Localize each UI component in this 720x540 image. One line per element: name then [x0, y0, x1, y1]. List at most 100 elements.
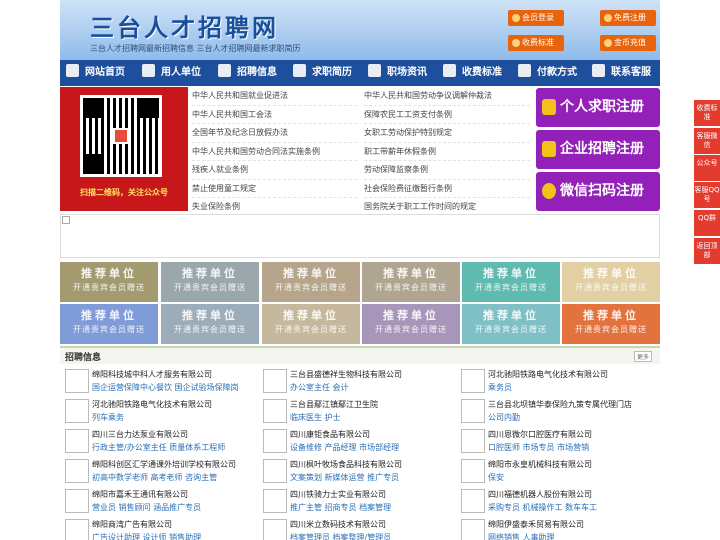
company-name[interactable]: 四川康钜食品有限公司 — [290, 429, 370, 440]
law-link[interactable]: 残疾人就业条例 — [192, 161, 357, 180]
company-logo[interactable] — [461, 399, 485, 423]
company-name[interactable]: 四川米立数码技术有限公司 — [290, 519, 386, 530]
recommend-tile[interactable]: 推荐单位 开通贵宾会员赠送 — [462, 304, 560, 344]
law-link[interactable]: 中华人民共和国劳动争议调解仲裁法 — [364, 87, 530, 106]
company-logo[interactable] — [65, 429, 89, 453]
job-positions[interactable]: 文案策划 新媒体运营 推广专员 — [290, 472, 399, 483]
company-name[interactable]: 四川铁骑力士实业有限公司 — [290, 489, 386, 500]
personal-register-button[interactable]: 个人求职注册 — [536, 88, 660, 127]
more-button[interactable]: 更多 — [633, 351, 652, 362]
side-qq-group[interactable]: QQ群 — [694, 210, 720, 236]
company-logo[interactable] — [263, 489, 287, 513]
law-link[interactable]: 中华人民共和国工会法 — [192, 106, 357, 124]
site-subtitle[interactable]: 三台人才招聘网最新招聘信息 三台人才招聘网最新求职简历 — [90, 43, 301, 54]
login-button[interactable]: 会员登录 — [508, 10, 564, 26]
company-name[interactable]: 三台县鄢江镇鄢江卫生院 — [290, 399, 378, 410]
job-positions[interactable]: 初高中数学老师 高考老师 咨询主管 — [92, 472, 217, 483]
company-name[interactable]: 绵阳市嘉禾王通讯有限公司 — [92, 489, 188, 500]
job-positions[interactable]: 保安 — [488, 472, 504, 483]
job-positions[interactable]: 采购专员 机械操作工 数车车工 — [488, 502, 597, 513]
company-logo[interactable] — [65, 399, 89, 423]
company-name[interactable]: 绵阳科技城中科人才服务有限公司 — [92, 369, 212, 380]
company-logo[interactable] — [461, 459, 485, 483]
company-name[interactable]: 河北驰阳铁路电气化技术有限公司 — [92, 399, 212, 410]
wechat-register-button[interactable]: 微信扫码注册 — [536, 172, 660, 211]
recharge-button[interactable]: 金币充值 — [600, 35, 656, 51]
company-logo[interactable] — [461, 519, 485, 540]
recommend-tile[interactable]: 推荐单位 开通贵宾会员赠送 — [262, 262, 360, 302]
company-logo[interactable] — [263, 369, 287, 393]
law-link[interactable]: 中华人民共和国就业促进法 — [192, 87, 357, 106]
recommend-tile[interactable]: 推荐单位 开通贵宾会员赠送 — [462, 262, 560, 302]
nav-news[interactable]: 职场资讯 — [368, 60, 427, 86]
job-positions[interactable]: 乘务员 — [488, 382, 512, 393]
law-link[interactable]: 社会保险费征缴暂行条例 — [364, 180, 530, 198]
side-back-to-top[interactable]: 返回顶部 — [694, 238, 720, 264]
company-name[interactable]: 绵阳科创区汇学通课外培训学校有限公司 — [92, 459, 236, 470]
company-name[interactable]: 绵阳市永皇机械科技有限公司 — [488, 459, 592, 470]
nav-pricing[interactable]: 收费标准 — [443, 60, 502, 86]
recommend-tile[interactable]: 推荐单位 开通贵宾会员赠送 — [161, 262, 259, 302]
company-logo[interactable] — [65, 369, 89, 393]
company-name[interactable]: 四川枫叶牧场食品科技有限公司 — [290, 459, 402, 470]
law-link[interactable]: 中华人民共和国劳动合同法实施条例 — [192, 143, 357, 161]
side-service-qq[interactable]: 客服QQ号 — [694, 182, 720, 208]
job-positions[interactable]: 设备维修 产品经理 市场部经理 — [290, 442, 399, 453]
recommend-tile[interactable]: 推荐单位 开通贵宾会员赠送 — [362, 304, 460, 344]
law-link[interactable]: 女职工劳动保护特别规定 — [364, 124, 530, 143]
job-positions[interactable]: 列车乘务 — [92, 412, 124, 423]
company-name[interactable]: 四川福德机器人股份有限公司 — [488, 489, 592, 500]
company-logo[interactable] — [65, 459, 89, 483]
recommend-tile[interactable]: 推荐单位 开通贵宾会员赠送 — [562, 304, 660, 344]
register-button[interactable]: 免费注册 — [600, 10, 656, 26]
company-name[interactable]: 四川恩微尔口腔医疗有限公司 — [488, 429, 592, 440]
job-positions[interactable]: 口腔医师 市场专员 市场营销 — [488, 442, 589, 453]
side-service-wechat[interactable]: 客服微信 — [694, 128, 720, 154]
job-positions[interactable]: 推广主管 招商专员 档案管理 — [290, 502, 391, 513]
company-logo[interactable] — [461, 489, 485, 513]
site-title[interactable]: 三台人才招聘网 — [90, 8, 279, 43]
job-positions[interactable]: 广告设计助理 设计师 销售助理 — [92, 532, 201, 540]
company-name[interactable]: 四川三台力达泵业有限公司 — [92, 429, 188, 440]
law-link[interactable]: 禁止使用童工规定 — [192, 180, 357, 198]
nav-employers[interactable]: 用人单位 — [142, 60, 201, 86]
company-logo[interactable] — [65, 489, 89, 513]
law-link[interactable]: 职工带薪年休假条例 — [364, 143, 530, 161]
company-logo[interactable] — [65, 519, 89, 540]
recommend-tile[interactable]: 推荐单位 开通贵宾会员赠送 — [60, 304, 158, 344]
nav-jobs[interactable]: 招聘信息 — [218, 60, 277, 86]
law-link[interactable]: 劳动保障监察条例 — [364, 161, 530, 180]
job-positions[interactable]: 办公室主任 会计 — [290, 382, 349, 393]
recommend-tile[interactable]: 推荐单位 开通贵宾会员赠送 — [161, 304, 259, 344]
job-positions[interactable]: 临床医生 护士 — [290, 412, 341, 423]
company-name[interactable]: 河北驰阳铁路电气化技术有限公司 — [488, 369, 608, 380]
company-logo[interactable] — [263, 519, 287, 540]
job-positions[interactable]: 国企运营保障中心餐饮 国企试验场保障岗 — [92, 382, 239, 393]
recommend-tile[interactable]: 推荐单位 开通贵宾会员赠送 — [362, 262, 460, 302]
nav-home[interactable]: 网站首页 — [66, 60, 125, 86]
job-positions[interactable]: 公司内勤 — [488, 412, 520, 423]
job-positions[interactable]: 档案管理员 档案整理/管理员 — [290, 532, 391, 540]
law-link[interactable]: 全国年节及纪念日放假办法 — [192, 124, 357, 143]
job-positions[interactable]: 营业员 销售顾问 涵品推广专员 — [92, 502, 201, 513]
recommend-tile[interactable]: 推荐单位 开通贵宾会员赠送 — [262, 304, 360, 344]
law-link[interactable]: 保障农民工工资支付条例 — [364, 106, 530, 124]
ad-banner[interactable] — [60, 214, 660, 258]
company-logo[interactable] — [263, 399, 287, 423]
company-logo[interactable] — [263, 459, 287, 483]
company-name[interactable]: 三台县盛德祥生物科技有限公司 — [290, 369, 402, 380]
nav-resumes[interactable]: 求职简历 — [293, 60, 352, 86]
side-pricing[interactable]: 收费标准 — [694, 100, 720, 126]
company-logo[interactable] — [461, 429, 485, 453]
enterprise-register-button[interactable]: 企业招聘注册 — [536, 130, 660, 169]
company-logo[interactable] — [263, 429, 287, 453]
company-logo[interactable] — [461, 369, 485, 393]
nav-contact[interactable]: 联系客服 — [592, 60, 651, 86]
recommend-tile[interactable]: 推荐单位 开通贵宾会员赠送 — [60, 262, 158, 302]
company-name[interactable]: 绵阳商湾广告有限公司 — [92, 519, 172, 530]
company-name[interactable]: 三台县北坝镇华泰保险九策专属代理门店 — [488, 399, 632, 410]
job-positions[interactable]: 网络销售 人事助理 — [488, 532, 555, 540]
company-name[interactable]: 绵阳伊盛泰禾贸易有限公司 — [488, 519, 584, 530]
nav-payment[interactable]: 付款方式 — [518, 60, 577, 86]
pricing-button[interactable]: 收费标准 — [508, 35, 564, 51]
